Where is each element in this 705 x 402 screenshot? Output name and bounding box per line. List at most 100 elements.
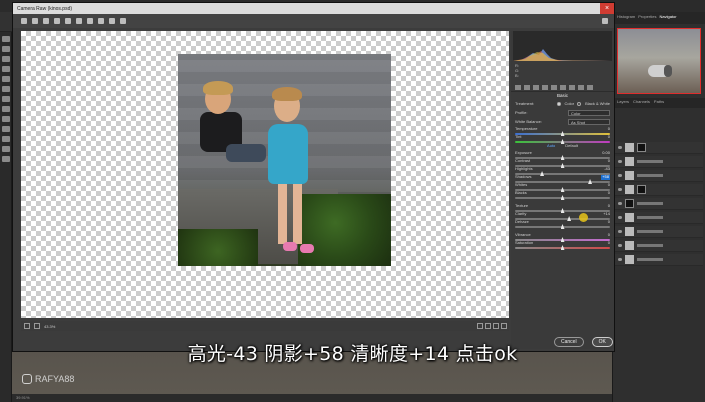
close-icon[interactable]: × xyxy=(600,3,614,14)
dialog-titlebar[interactable]: Camera Raw (kinos.psd) × xyxy=(13,3,614,14)
slider-value-field[interactable]: 0 xyxy=(608,126,610,132)
layer-row[interactable] xyxy=(615,184,703,196)
slider-track[interactable] xyxy=(515,208,610,213)
tab-layers[interactable]: Layers xyxy=(617,99,629,107)
gradient-tool-icon[interactable] xyxy=(2,116,10,122)
slider-track[interactable] xyxy=(515,131,610,136)
eyedropper-tool-icon[interactable] xyxy=(2,76,10,82)
presets-tab-icon[interactable] xyxy=(587,85,593,90)
zoom-out-icon[interactable] xyxy=(24,323,30,329)
effects-tab-icon[interactable] xyxy=(569,85,575,90)
zoom-level[interactable]: 43.3% xyxy=(44,324,55,329)
auto-link[interactable]: Auto xyxy=(547,142,555,150)
layer-row[interactable] xyxy=(615,254,703,266)
zoom-tool-icon[interactable] xyxy=(2,156,10,162)
lens-tab-icon[interactable] xyxy=(560,85,566,90)
slider-track[interactable] xyxy=(515,245,610,250)
toggle-default-icon[interactable] xyxy=(501,323,507,329)
slider-value-field[interactable]: 0.00 xyxy=(602,150,610,156)
hand-icon[interactable] xyxy=(32,18,38,24)
zoom-icon[interactable] xyxy=(21,18,27,24)
detail-tab-icon[interactable] xyxy=(533,85,539,90)
slider-track[interactable] xyxy=(515,224,610,229)
fullscreen-icon[interactable] xyxy=(602,18,608,24)
brush-tool-icon[interactable] xyxy=(2,86,10,92)
layer-row[interactable] xyxy=(615,170,703,182)
zoom-in-icon[interactable] xyxy=(34,323,40,329)
tab-properties[interactable]: Properties xyxy=(638,14,656,22)
copy-settings-icon[interactable] xyxy=(493,323,499,329)
photo-boy-hair xyxy=(203,81,233,95)
slider-track[interactable] xyxy=(515,139,610,144)
slider-track[interactable] xyxy=(515,171,610,176)
slider-track[interactable] xyxy=(515,237,610,242)
crop-tool-icon[interactable] xyxy=(2,66,10,72)
eye-icon[interactable] xyxy=(618,216,622,219)
layer-row[interactable] xyxy=(615,240,703,252)
treatment-bw-radio[interactable] xyxy=(577,101,582,106)
default-link[interactable]: Default xyxy=(565,142,578,150)
slider-value-field[interactable]: 0 xyxy=(608,232,610,238)
slider-value-field[interactable]: 0 xyxy=(608,203,610,209)
spot-removal-icon[interactable] xyxy=(98,18,104,24)
preview-canvas[interactable] xyxy=(21,31,509,318)
photo-grass xyxy=(298,194,391,266)
tab-navigator[interactable]: Navigator xyxy=(659,14,676,22)
white-balance-select[interactable]: As Shot xyxy=(568,118,610,125)
tone-curve-tab-icon[interactable] xyxy=(524,85,530,90)
tab-channels[interactable]: Channels xyxy=(633,99,650,107)
profile-select[interactable]: Color xyxy=(568,109,610,116)
camera-icon xyxy=(22,374,32,384)
slider-track[interactable] xyxy=(515,179,610,184)
swap-icon[interactable] xyxy=(485,323,491,329)
eye-icon[interactable] xyxy=(618,244,622,247)
lasso-tool-icon[interactable] xyxy=(2,56,10,62)
layer-row[interactable] xyxy=(615,226,703,238)
eraser-tool-icon[interactable] xyxy=(2,106,10,112)
hsl-tab-icon[interactable] xyxy=(542,85,548,90)
red-eye-icon[interactable] xyxy=(109,18,115,24)
crop-icon[interactable] xyxy=(76,18,82,24)
eye-icon[interactable] xyxy=(618,146,622,149)
mouse-cursor-highlight xyxy=(579,213,588,222)
straighten-icon[interactable] xyxy=(87,18,93,24)
split-toning-tab-icon[interactable] xyxy=(551,85,557,90)
adjustment-brush-icon[interactable] xyxy=(120,18,126,24)
type-tool-icon[interactable] xyxy=(2,136,10,142)
layer-row[interactable] xyxy=(615,142,703,154)
slider-track[interactable] xyxy=(515,163,610,168)
basic-tab-icon[interactable] xyxy=(515,85,521,90)
color-sampler-icon[interactable] xyxy=(54,18,60,24)
slider-shadows: Shadows +58 xyxy=(511,174,614,184)
layer-row[interactable] xyxy=(615,212,703,224)
view-buttons xyxy=(477,323,509,329)
move-tool-icon[interactable] xyxy=(2,36,10,42)
before-after-icon[interactable] xyxy=(477,323,483,329)
calibration-tab-icon[interactable] xyxy=(578,85,584,90)
tab-paths[interactable]: Paths xyxy=(654,99,664,107)
eye-icon[interactable] xyxy=(618,258,622,261)
pen-tool-icon[interactable] xyxy=(2,126,10,132)
slider-label: Exposure xyxy=(515,150,532,155)
tab-histogram[interactable]: Histogram xyxy=(617,14,635,22)
slider-track[interactable] xyxy=(515,216,610,221)
slider-track[interactable] xyxy=(515,155,610,160)
slider-track[interactable] xyxy=(515,187,610,192)
targeted-adjustment-icon[interactable] xyxy=(65,18,71,24)
slider-track[interactable] xyxy=(515,195,610,200)
layer-thumbnail xyxy=(625,143,634,152)
eye-icon[interactable] xyxy=(618,174,622,177)
white-balance-icon[interactable] xyxy=(43,18,49,24)
treatment-color-radio[interactable] xyxy=(556,101,561,106)
eye-icon[interactable] xyxy=(618,160,622,163)
camera-raw-dialog: Camera Raw (kinos.psd) × 43.3% R: G: B: … xyxy=(12,2,615,352)
layer-row[interactable] xyxy=(615,156,703,168)
layer-row[interactable] xyxy=(615,198,703,210)
eye-icon[interactable] xyxy=(618,202,622,205)
stamp-tool-icon[interactable] xyxy=(2,96,10,102)
eye-icon[interactable] xyxy=(618,188,622,191)
eye-icon[interactable] xyxy=(618,230,622,233)
marquee-tool-icon[interactable] xyxy=(2,46,10,52)
hand-tool-icon[interactable] xyxy=(2,146,10,152)
navigator-thumbnail[interactable] xyxy=(617,28,701,94)
